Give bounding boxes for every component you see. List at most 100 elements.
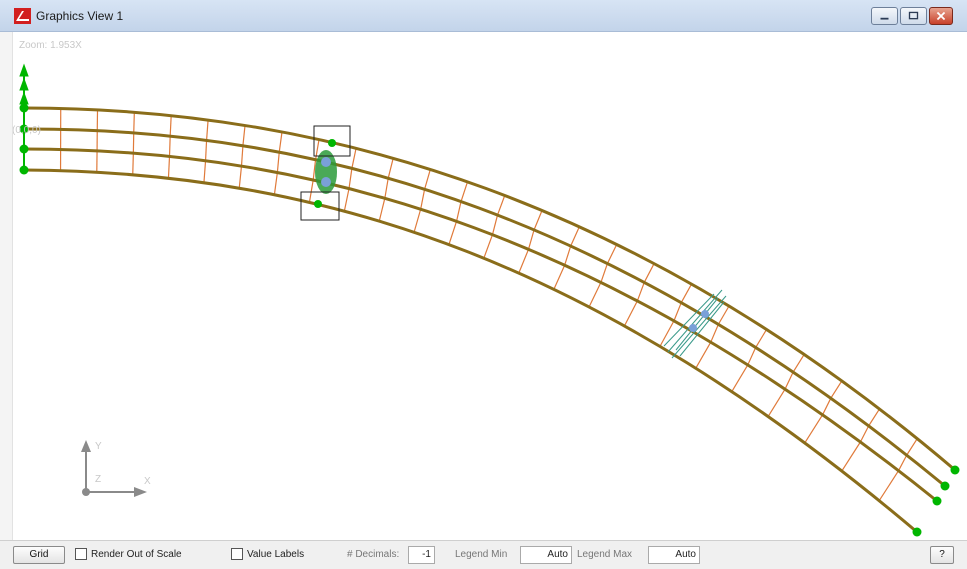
support-arrows <box>19 63 29 170</box>
cross-frame[interactable] <box>491 214 499 235</box>
support-node[interactable] <box>932 496 942 506</box>
cross-frame[interactable] <box>564 245 572 266</box>
cross-frame[interactable] <box>859 425 870 443</box>
cross-frame[interactable] <box>695 341 712 369</box>
cross-frame[interactable] <box>570 226 580 247</box>
cross-frame[interactable] <box>238 166 243 189</box>
selected-node-top[interactable] <box>328 139 336 147</box>
cross-frame[interactable] <box>804 414 824 444</box>
support-node[interactable] <box>950 465 960 475</box>
cross-frame[interactable] <box>527 229 535 250</box>
maximize-button[interactable] <box>900 7 927 25</box>
girder-line[interactable] <box>23 147 938 503</box>
grid-button[interactable]: Grid <box>13 546 65 564</box>
cross-frame[interactable] <box>203 160 207 183</box>
cross-frame[interactable] <box>455 201 462 222</box>
cross-frame[interactable] <box>387 158 394 179</box>
cross-frame[interactable] <box>906 438 918 456</box>
cross-frame[interactable] <box>841 441 861 472</box>
cross-frame[interactable] <box>747 347 757 366</box>
cross-frame[interactable] <box>133 112 135 133</box>
cross-frame[interactable] <box>460 181 469 202</box>
cross-frame[interactable] <box>600 263 609 283</box>
cross-frame[interactable] <box>673 302 682 322</box>
cross-frame[interactable] <box>792 354 805 373</box>
cross-frame[interactable] <box>533 210 543 231</box>
cross-frame[interactable] <box>384 178 389 199</box>
cross-frame[interactable] <box>767 388 786 417</box>
load-marker-1 <box>315 150 337 194</box>
cross-frame[interactable] <box>308 179 314 203</box>
cross-frame[interactable] <box>755 329 768 348</box>
model-viewport[interactable]: Y Z X <box>0 32 967 540</box>
cross-frame[interactable] <box>606 244 618 264</box>
cross-frame[interactable] <box>420 189 426 210</box>
cross-frame[interactable] <box>822 397 832 416</box>
cross-frame[interactable] <box>278 131 283 153</box>
support-node[interactable] <box>19 103 29 113</box>
cross-frame[interactable] <box>424 169 431 190</box>
cross-frame[interactable] <box>204 140 208 161</box>
legend-max-input[interactable]: Auto <box>648 546 700 564</box>
legend-max-label: Legend Max <box>577 549 633 560</box>
zoom-readout: Zoom: 1.953X <box>19 40 82 51</box>
bottom-toolbar: Grid Render Out of Scale Value Labels # … <box>0 540 967 569</box>
cross-frame[interactable] <box>868 408 881 427</box>
girder-line[interactable] <box>23 106 956 472</box>
graphics-view-window: Graphics View 1 Y Z X Zoom: 1.953X (0,0,… <box>0 0 967 569</box>
decimals-input[interactable]: -1 <box>408 546 435 564</box>
cross-frame[interactable] <box>132 153 134 175</box>
cross-frame[interactable] <box>273 172 278 195</box>
cross-frame[interactable] <box>588 282 602 308</box>
cross-frame[interactable] <box>830 380 843 399</box>
decimals-label: # Decimals: <box>347 549 400 560</box>
cross-frame[interactable] <box>680 283 693 303</box>
cross-frame[interactable] <box>518 249 530 274</box>
cross-frame[interactable] <box>623 300 638 327</box>
cross-frame[interactable] <box>348 168 353 189</box>
girders <box>23 106 956 534</box>
render-out-of-scale-label: Render Out of Scale <box>91 549 182 560</box>
graphics-canvas[interactable]: Y Z X Zoom: 1.953X (0,0,0) <box>0 32 967 540</box>
cross-frame[interactable] <box>448 221 458 245</box>
cross-frame[interactable] <box>343 188 350 212</box>
title-bar[interactable]: Graphics View 1 <box>0 0 967 32</box>
minimize-button[interactable] <box>871 7 898 25</box>
selected-node-bottom[interactable] <box>314 200 322 208</box>
girder-line[interactable] <box>23 168 918 534</box>
support-node[interactable] <box>940 481 950 491</box>
cross-frame[interactable] <box>378 198 386 222</box>
cross-frame[interactable] <box>168 136 171 157</box>
cross-frame[interactable] <box>553 264 566 290</box>
value-labels-checkbox[interactable] <box>231 548 243 560</box>
axis-x-label: X <box>144 476 151 487</box>
cross-frame[interactable] <box>898 454 908 471</box>
cross-frame[interactable] <box>167 156 171 179</box>
support-node[interactable] <box>19 144 29 154</box>
cross-frame[interactable] <box>242 125 246 146</box>
cross-frame[interactable] <box>731 364 749 392</box>
cross-frame[interactable] <box>205 119 209 141</box>
girder-line[interactable] <box>23 127 946 488</box>
cross-frame[interactable] <box>169 115 172 137</box>
support-node[interactable] <box>912 527 922 537</box>
support-node[interactable] <box>19 165 29 175</box>
cross-frame[interactable] <box>276 152 280 173</box>
cross-frame[interactable] <box>240 145 244 167</box>
cross-frame[interactable] <box>710 324 719 343</box>
legend-min-input[interactable]: Auto <box>520 546 572 564</box>
cross-frame[interactable] <box>483 234 494 259</box>
render-out-of-scale-checkbox[interactable] <box>75 548 87 560</box>
close-button[interactable] <box>929 7 953 25</box>
window-title: Graphics View 1 <box>36 9 124 23</box>
origin-label: (0,0,0) <box>12 125 41 136</box>
cross-frame[interactable] <box>878 470 900 502</box>
help-button[interactable]: ? <box>930 546 954 564</box>
cross-frame[interactable] <box>636 282 645 302</box>
cross-frame[interactable] <box>717 305 730 325</box>
cross-frame[interactable] <box>413 209 422 233</box>
cross-frame[interactable] <box>784 371 794 390</box>
cross-frame[interactable] <box>351 148 357 169</box>
cross-frame[interactable] <box>496 195 506 216</box>
cross-frame[interactable] <box>643 263 655 283</box>
